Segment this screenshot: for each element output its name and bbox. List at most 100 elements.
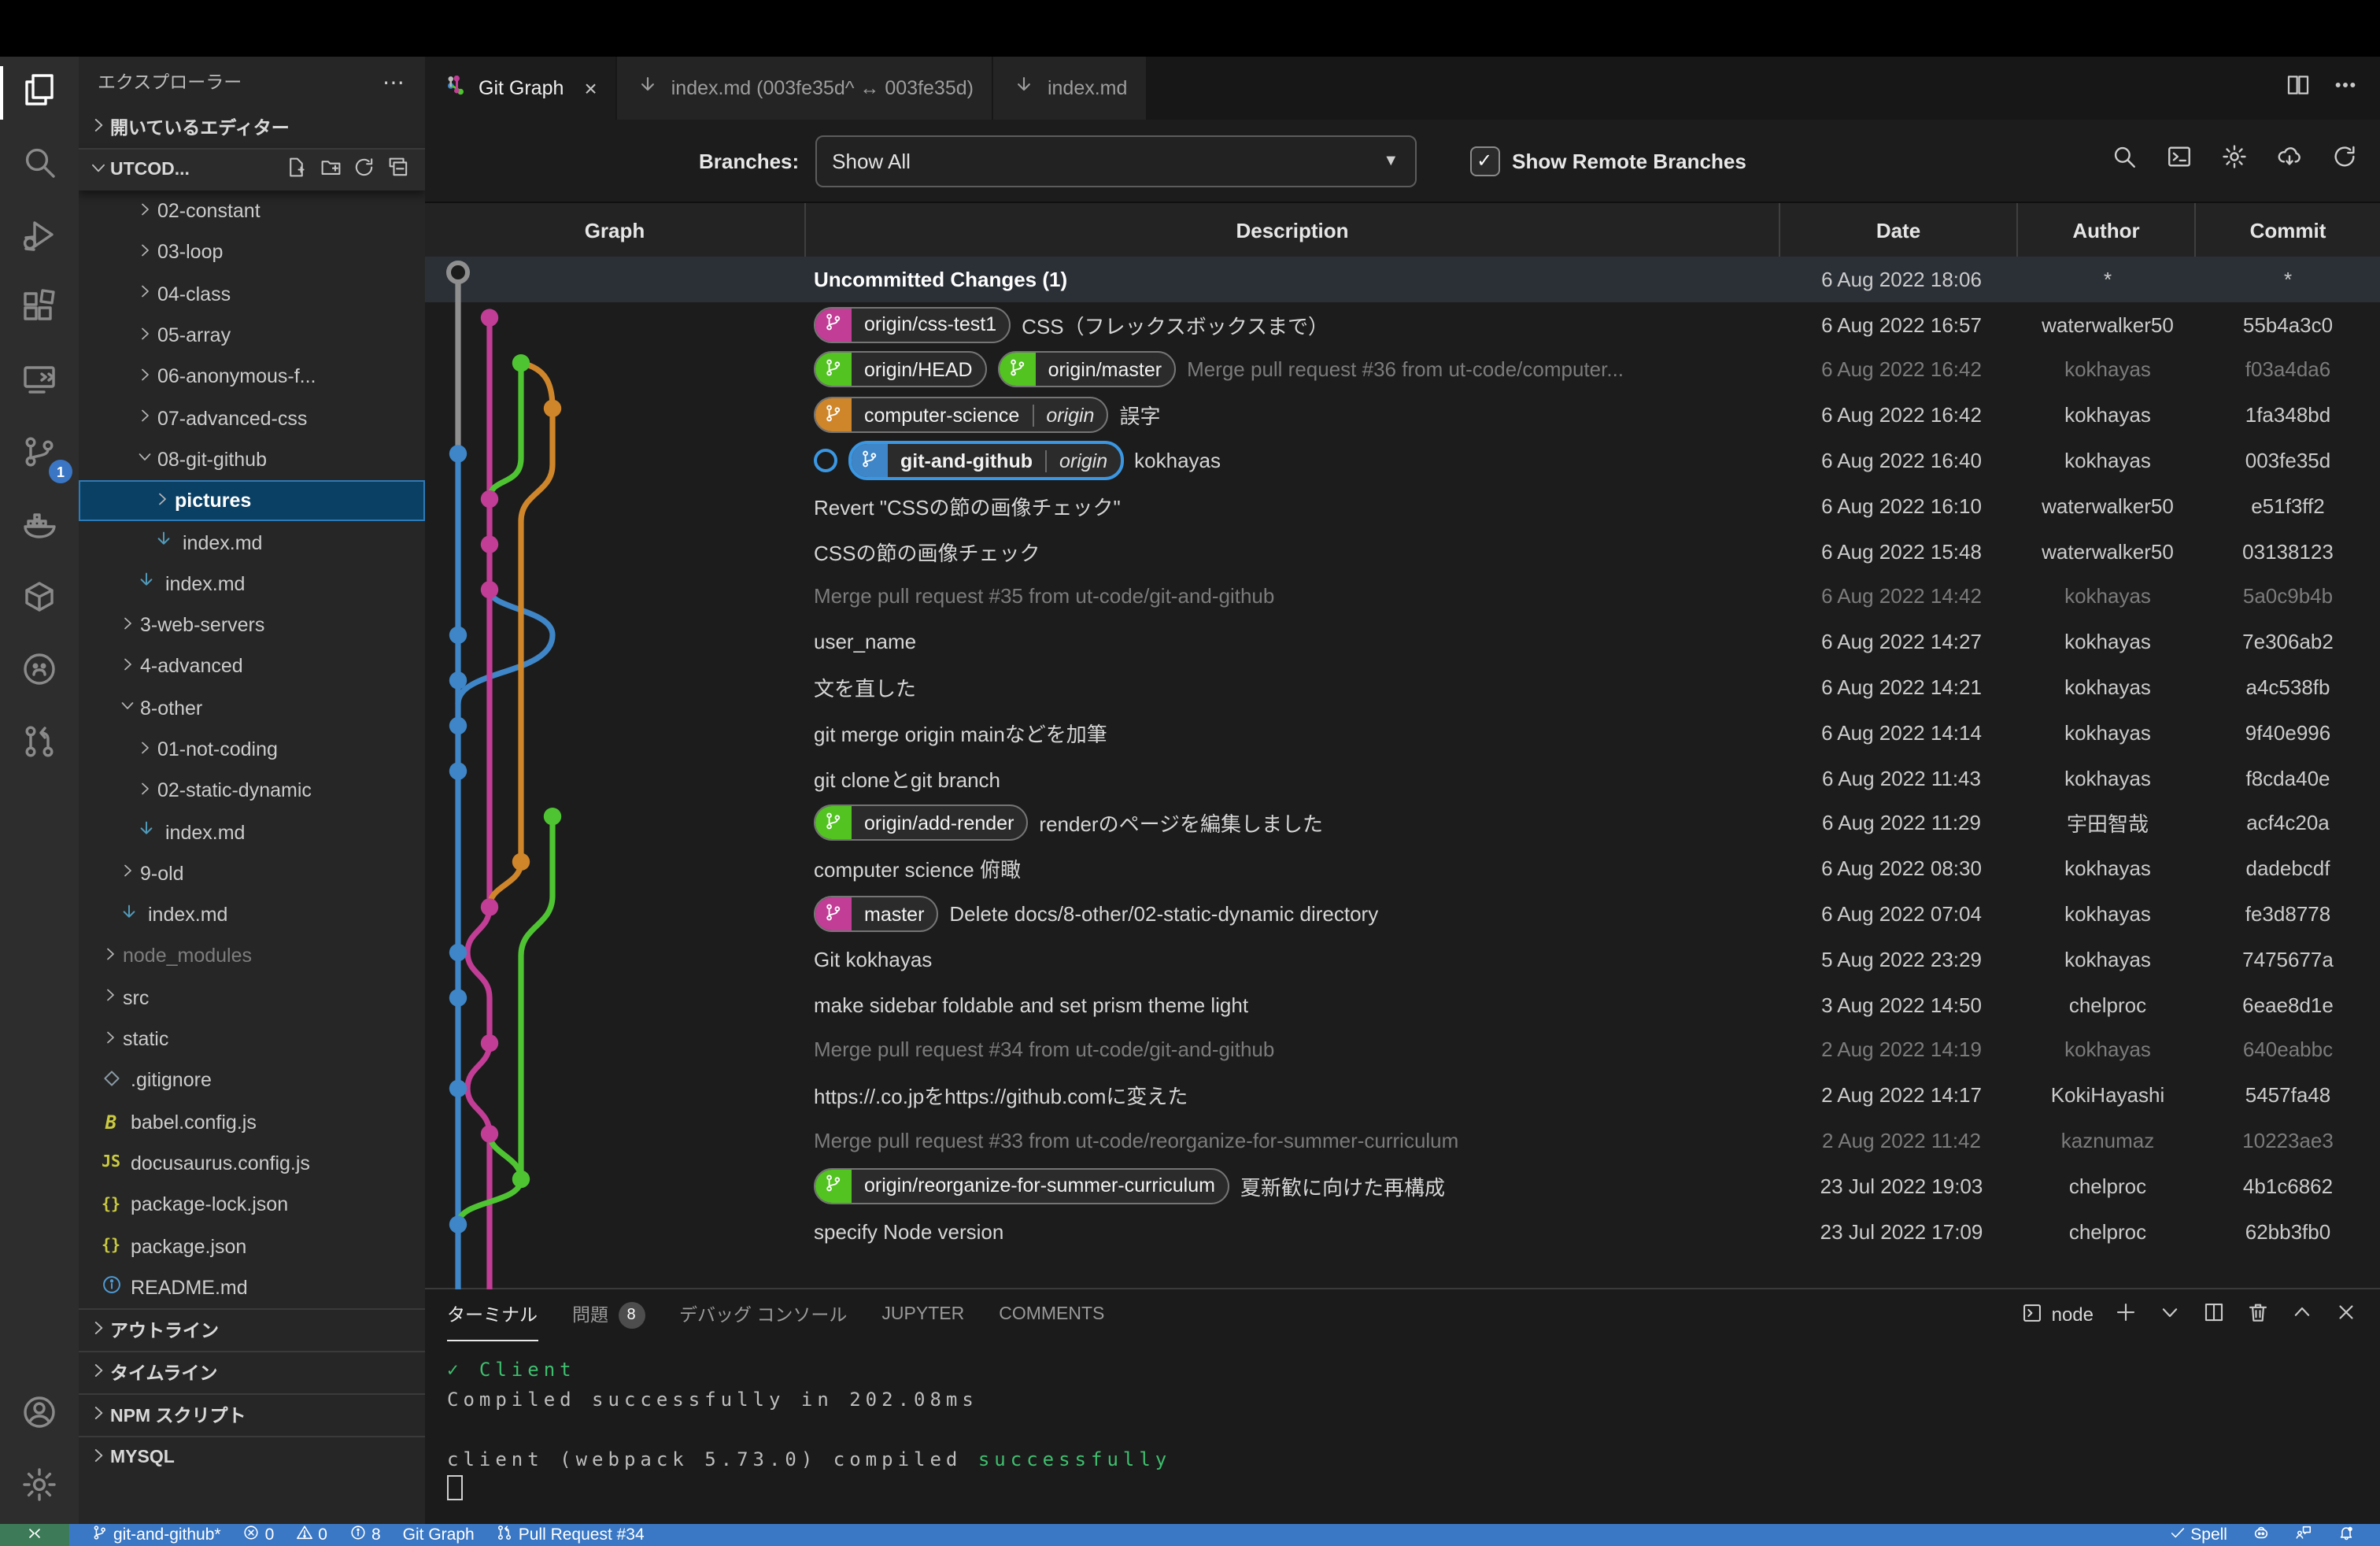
branch-badge[interactable]: origin/add-render: [814, 805, 1028, 841]
tree-item-02-static-dynamic[interactable]: 02-static-dynamic: [79, 770, 425, 812]
tree-item-01-not-coding[interactable]: 01-not-coding: [79, 729, 425, 771]
tree-item-package-lock.json[interactable]: {}package-lock.json: [79, 1184, 425, 1226]
status-git-graph[interactable]: Git Graph: [403, 1526, 475, 1544]
commit-row[interactable]: computer science 俯瞰6 Aug 2022 08:30kokha…: [425, 846, 2380, 892]
more-icon[interactable]: ⋯: [382, 68, 406, 95]
commit-row[interactable]: 文を直した6 Aug 2022 14:21kokhayasa4c538fb: [425, 664, 2380, 710]
commit-row[interactable]: user_name6 Aug 2022 14:27kokhayas7e306ab…: [425, 620, 2380, 665]
activity-item-docker[interactable]: [0, 491, 79, 564]
tree-item-babel.config.js[interactable]: Bbabel.config.js: [79, 1101, 425, 1143]
activity-item-settings[interactable]: [0, 1452, 79, 1524]
activity-item-source-control[interactable]: 1: [0, 419, 79, 491]
commit-row[interactable]: origin/css-test1CSS（フレックスボックスまで）6 Aug 20…: [425, 302, 2380, 348]
tab-git[interactable]: Git Graph×: [425, 57, 618, 120]
tree-item-08-git-github[interactable]: 08-git-github: [79, 439, 425, 481]
sidebar-section-MYSQL[interactable]: MYSQL: [79, 1436, 425, 1478]
activity-item-extensions[interactable]: [0, 274, 79, 346]
gear-icon[interactable]: [2221, 143, 2248, 178]
column-header-commit[interactable]: Commit: [2194, 203, 2380, 257]
tree-item-index.md[interactable]: index.md: [79, 522, 425, 564]
activity-item-pull-requests[interactable]: [0, 708, 79, 781]
branch-badge[interactable]: master: [814, 896, 938, 932]
branch-badge[interactable]: origin/master: [998, 352, 1177, 388]
commit-row[interactable]: git-and-githuboriginkokhayas6 Aug 2022 1…: [425, 438, 2380, 483]
split-panel-icon[interactable]: [2202, 1300, 2226, 1329]
close-icon[interactable]: [2334, 1300, 2358, 1329]
status-copilot[interactable]: [2252, 1524, 2270, 1546]
open-editors-section[interactable]: 開いているエディター: [79, 107, 425, 148]
activity-item-accounts[interactable]: [0, 1379, 79, 1452]
status-feedback[interactable]: [2295, 1524, 2312, 1546]
tab-index.md[interactable]: index.md: [994, 57, 1148, 120]
terminal-icon[interactable]: [2166, 143, 2193, 178]
tree-item-src[interactable]: src: [79, 977, 425, 1019]
search-icon[interactable]: [2111, 143, 2138, 178]
commit-row[interactable]: Git kokhayas5 Aug 2022 23:29kokhayas7475…: [425, 937, 2380, 982]
commit-row[interactable]: specify Node version23 Jul 2022 17:09che…: [425, 1208, 2380, 1254]
tree-item-package.json[interactable]: {}package.json: [79, 1226, 425, 1267]
tree-item-index.md[interactable]: index.md: [79, 812, 425, 853]
chevron-down-icon[interactable]: [2158, 1300, 2182, 1329]
commit-row[interactable]: origin/add-renderrenderのページを編集しました6 Aug …: [425, 801, 2380, 846]
sidebar-section-アウトライン[interactable]: アウトライン: [79, 1308, 425, 1351]
sidebar-section-NPM スクリプト[interactable]: NPM スクリプト: [79, 1393, 425, 1436]
plus-icon[interactable]: [2114, 1300, 2138, 1329]
tree-item-03-loop[interactable]: 03-loop: [79, 232, 425, 274]
tree-item-4-advanced[interactable]: 4-advanced: [79, 646, 425, 688]
tree-item-02-constant[interactable]: 02-constant: [79, 190, 425, 232]
activity-item-explorer[interactable]: [0, 57, 79, 129]
status-warnings[interactable]: 0: [296, 1524, 327, 1546]
refresh-icon[interactable]: [2331, 143, 2358, 178]
commit-row[interactable]: Merge pull request #34 from ut-code/git-…: [425, 1027, 2380, 1073]
sidebar-section-タイムライン[interactable]: タイムライン: [79, 1351, 425, 1393]
more-icon[interactable]: [2333, 72, 2358, 105]
column-header-graph[interactable]: Graph: [425, 203, 804, 257]
workspace-section[interactable]: UTCOD...: [79, 148, 425, 190]
tree-item-05-array[interactable]: 05-array: [79, 315, 425, 357]
column-header-description[interactable]: Description: [804, 203, 1779, 257]
tree-item-index.md[interactable]: index.md: [79, 563, 425, 605]
status-pull-request[interactable]: Pull Request #34: [497, 1524, 645, 1546]
tree-item-8-other[interactable]: 8-other: [79, 687, 425, 729]
chevron-up-icon[interactable]: [2290, 1300, 2314, 1329]
shell-selector[interactable]: node: [2022, 1301, 2094, 1328]
panel-tab-JUPYTER[interactable]: JUPYTER: [881, 1289, 964, 1340]
panel-tab-ターミナル[interactable]: ターミナル: [447, 1289, 538, 1341]
branch-badge[interactable]: origin/reorganize-for-summer-curriculum: [814, 1168, 1229, 1204]
commit-row[interactable]: Revert "CSSの節の画像チェック"6 Aug 2022 16:10wat…: [425, 483, 2380, 529]
activity-item-search[interactable]: [0, 129, 79, 202]
status-branch[interactable]: git-and-github*: [91, 1524, 221, 1546]
commit-row[interactable]: https://.co.jpをhttps://github.comに変えた2 A…: [425, 1073, 2380, 1119]
tree-item-06-anonymous-f...[interactable]: 06-anonymous-f...: [79, 356, 425, 398]
remote-indicator[interactable]: [0, 1524, 69, 1546]
checkbox-checked[interactable]: ✓: [1469, 146, 1499, 176]
column-header-date[interactable]: Date: [1779, 203, 2016, 257]
close-icon[interactable]: ×: [584, 76, 597, 101]
new-file-icon[interactable]: [285, 157, 308, 184]
panel-tab-デバッグ コンソール[interactable]: デバッグ コンソール: [679, 1289, 847, 1340]
branches-dropdown[interactable]: Show All ▼: [815, 135, 1416, 187]
column-header-author[interactable]: Author: [2016, 203, 2194, 257]
panel-tab-問題[interactable]: 問題8: [572, 1289, 645, 1340]
tree-item-9-old[interactable]: 9-old: [79, 853, 425, 895]
tree-item-node_modules[interactable]: node_modules: [79, 936, 425, 978]
tree-item-README.md[interactable]: README.md: [79, 1267, 425, 1308]
tree-item-3-web-servers[interactable]: 3-web-servers: [79, 605, 425, 646]
tree-item-04-class[interactable]: 04-class: [79, 273, 425, 315]
commit-row[interactable]: origin/HEADorigin/masterMerge pull reque…: [425, 347, 2380, 393]
commit-row[interactable]: CSSの節の画像チェック6 Aug 2022 15:48waterwalker5…: [425, 529, 2380, 575]
branch-badge[interactable]: origin/HEAD: [814, 352, 987, 388]
status-errors[interactable]: 0: [243, 1524, 275, 1546]
status-infos[interactable]: 8: [349, 1524, 381, 1546]
activity-item-remote-explorer[interactable]: [0, 346, 79, 419]
activity-item-containers[interactable]: [0, 564, 79, 636]
commit-row[interactable]: Merge pull request #35 from ut-code/git-…: [425, 574, 2380, 620]
branch-badge[interactable]: computer-scienceorigin: [814, 398, 1108, 434]
commit-row[interactable]: make sidebar foldable and set prism them…: [425, 982, 2380, 1028]
split-editor-icon[interactable]: [2286, 72, 2311, 105]
commit-row[interactable]: git cloneとgit branch6 Aug 2022 11:43kokh…: [425, 756, 2380, 801]
show-remote-branches[interactable]: ✓ Show Remote Branches: [1469, 146, 1746, 176]
refresh-icon[interactable]: [353, 157, 375, 184]
tree-item-docusaurus.config.js[interactable]: JSdocusaurus.config.js: [79, 1143, 425, 1185]
commit-row[interactable]: computer-scienceorigin誤字6 Aug 2022 16:42…: [425, 393, 2380, 438]
